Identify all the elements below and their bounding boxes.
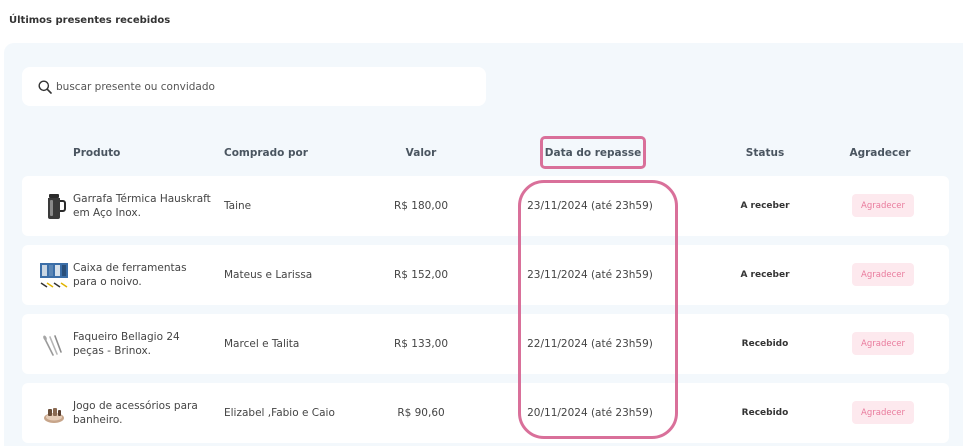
status-badge: Recebido [741,339,789,349]
thank-button[interactable]: Agradecer [852,401,914,424]
transfer-date: 22/11/2024 (até 23h59) [527,338,653,350]
bathroom-accessories-icon [44,408,64,423]
thank-button[interactable]: Agradecer [852,332,914,355]
column-header-transfer-date: Data do repasse [544,147,642,159]
product-name: Jogo de acessórios para banheiro. [73,400,198,426]
column-header-product: Produto [73,147,121,159]
table-row: Faqueiro Bellagio 24 peças - Brinox. Mar… [22,314,949,374]
search-input[interactable] [56,80,476,93]
value: R$ 133,00 [393,338,449,350]
value: R$ 180,00 [393,200,449,212]
transfer-date: 23/11/2024 (até 23h59) [527,200,653,212]
table-row: Garrafa Térmica Hauskraft em Aço Inox. T… [22,176,949,236]
transfer-date: 20/11/2024 (até 23h59) [527,407,653,419]
thank-button[interactable]: Agradecer [852,263,914,286]
search-icon [38,80,52,94]
table-row: Caixa de ferramentas para o noivo. Mateu… [22,245,949,305]
column-header-bought-by: Comprado por [224,147,308,159]
bought-by: Elizabel ,Fabio e Caio [224,407,335,419]
bought-by: Mateus e Larissa [224,269,313,281]
table-row: Jogo de acessórios para banheiro. Elizab… [22,383,949,443]
bought-by: Marcel e Talita [224,338,300,350]
value: R$ 152,00 [393,269,449,281]
column-header-value: Valor [405,147,437,159]
section-title: Últimos presentes recebidos [9,15,171,26]
product-name: Garrafa Térmica Hauskraft em Aço Inox. [73,193,211,219]
cutlery-icon [43,335,62,356]
thank-button[interactable]: Agradecer [852,194,914,217]
search-box[interactable] [22,67,486,106]
product-name: Faqueiro Bellagio 24 peças - Brinox. [73,331,180,357]
product-name: Caixa de ferramentas para o noivo. [73,262,187,288]
transfer-date: 23/11/2024 (até 23h59) [527,269,653,281]
status-badge: Recebido [741,408,789,418]
status-badge: A receber [740,270,790,280]
column-header-thank: Agradecer [849,147,911,159]
status-badge: A receber [740,201,790,211]
toolbox-icon [40,263,68,288]
value: R$ 90,60 [397,407,445,419]
column-header-status: Status [745,147,785,159]
thermos-bottle-icon [48,194,66,219]
bought-by: Taine [224,200,252,212]
